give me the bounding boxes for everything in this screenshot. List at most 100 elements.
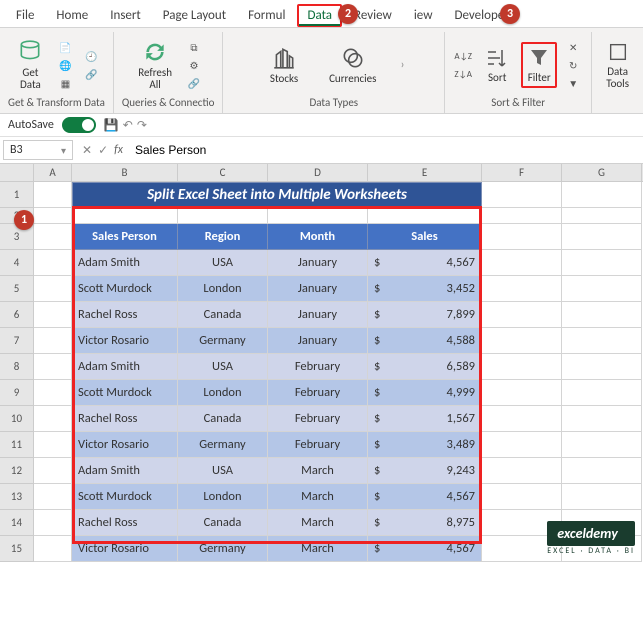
- cell-month[interactable]: February: [268, 406, 368, 432]
- row-header[interactable]: 4: [0, 250, 34, 276]
- cell-sales[interactable]: $3,489: [368, 432, 482, 458]
- cell-month[interactable]: February: [268, 432, 368, 458]
- cell-region[interactable]: USA: [178, 354, 268, 380]
- cell-region[interactable]: Canada: [178, 406, 268, 432]
- row-header[interactable]: 14: [0, 510, 34, 536]
- cell-person[interactable]: Scott Murdock: [72, 484, 178, 510]
- cell-sales[interactable]: $4,588: [368, 328, 482, 354]
- cell-sales[interactable]: $8,975: [368, 510, 482, 536]
- autosave-toggle[interactable]: [62, 117, 96, 133]
- cell-sales[interactable]: $9,243: [368, 458, 482, 484]
- row-header[interactable]: 1: [0, 182, 34, 208]
- cell-month[interactable]: March: [268, 484, 368, 510]
- tab-view[interactable]: iew: [404, 4, 443, 27]
- cell-person[interactable]: Victor Rosario: [72, 536, 178, 562]
- sort-button[interactable]: Sort: [479, 44, 515, 86]
- select-all-corner[interactable]: [0, 164, 34, 181]
- cell-person[interactable]: Adam Smith: [72, 354, 178, 380]
- row-header[interactable]: 5: [0, 276, 34, 302]
- tab-pagelayout[interactable]: Page Layout: [153, 4, 236, 27]
- cell-region[interactable]: USA: [178, 458, 268, 484]
- cell-month[interactable]: January: [268, 328, 368, 354]
- cell-region[interactable]: USA: [178, 250, 268, 276]
- col-header[interactable]: E: [368, 164, 482, 181]
- undo-icon[interactable]: ↶: [123, 118, 133, 133]
- table-header[interactable]: Month: [268, 224, 368, 250]
- cell-region[interactable]: London: [178, 276, 268, 302]
- reapply-icon[interactable]: ↻: [563, 57, 583, 73]
- table-header[interactable]: Sales: [368, 224, 482, 250]
- cancel-icon[interactable]: ✕: [82, 143, 92, 158]
- cell-month[interactable]: February: [268, 380, 368, 406]
- cell-person[interactable]: Victor Rosario: [72, 432, 178, 458]
- cell-person[interactable]: Rachel Ross: [72, 510, 178, 536]
- table-header[interactable]: Sales Person: [72, 224, 178, 250]
- cell-sales[interactable]: $7,899: [368, 302, 482, 328]
- col-header[interactable]: F: [482, 164, 562, 181]
- col-header[interactable]: B: [72, 164, 178, 181]
- row-header[interactable]: 10: [0, 406, 34, 432]
- row-header[interactable]: 9: [0, 380, 34, 406]
- formula-input[interactable]: [129, 140, 643, 160]
- refresh-all-button[interactable]: Refresh All: [132, 37, 178, 93]
- table-header[interactable]: Region: [178, 224, 268, 250]
- cell-person[interactable]: Adam Smith: [72, 250, 178, 276]
- sort-za-icon[interactable]: Z↓A: [453, 66, 473, 82]
- row-header[interactable]: 6: [0, 302, 34, 328]
- cell-month[interactable]: February: [268, 354, 368, 380]
- cell-region[interactable]: London: [178, 380, 268, 406]
- currencies-button[interactable]: Currencies: [323, 43, 382, 87]
- data-tools-button[interactable]: Data Tools: [600, 38, 635, 92]
- col-header[interactable]: C: [178, 164, 268, 181]
- row-header[interactable]: 11: [0, 432, 34, 458]
- cell-month[interactable]: January: [268, 276, 368, 302]
- cell-sales[interactable]: $3,452: [368, 276, 482, 302]
- tab-file[interactable]: File: [6, 4, 44, 27]
- cell-month[interactable]: March: [268, 458, 368, 484]
- col-header[interactable]: A: [34, 164, 72, 181]
- cell-sales[interactable]: $1,567: [368, 406, 482, 432]
- save-icon[interactable]: 💾: [104, 118, 119, 133]
- tab-formulas[interactable]: Formul: [238, 4, 295, 27]
- cell-region[interactable]: Germany: [178, 328, 268, 354]
- tab-data[interactable]: Data: [297, 4, 342, 27]
- sort-az-icon[interactable]: A↓Z: [453, 48, 473, 64]
- cell-region[interactable]: Canada: [178, 510, 268, 536]
- from-text-icon[interactable]: 📄: [55, 39, 75, 55]
- editlinks-icon[interactable]: 🔗: [184, 75, 204, 91]
- row-header[interactable]: 8: [0, 354, 34, 380]
- cell-person[interactable]: Rachel Ross: [72, 406, 178, 432]
- from-web-icon[interactable]: 🌐: [55, 57, 75, 73]
- recent-icon[interactable]: 🕘: [81, 48, 101, 64]
- chevron-right-icon[interactable]: ›: [400, 58, 404, 72]
- cell-month[interactable]: January: [268, 250, 368, 276]
- from-table-icon[interactable]: ▦: [55, 75, 75, 91]
- filter-button[interactable]: Filter: [521, 42, 557, 88]
- cell-sales[interactable]: $6,589: [368, 354, 482, 380]
- cell-region[interactable]: Canada: [178, 302, 268, 328]
- cell-person[interactable]: Rachel Ross: [72, 302, 178, 328]
- col-header[interactable]: G: [562, 164, 642, 181]
- advanced-icon[interactable]: ▼: [563, 75, 583, 91]
- row-header[interactable]: 7: [0, 328, 34, 354]
- cell-sales[interactable]: $4,999: [368, 380, 482, 406]
- chevron-down-icon[interactable]: ▾: [61, 144, 66, 157]
- clear-filter-icon[interactable]: ✕: [563, 39, 583, 55]
- title-banner[interactable]: Split Excel Sheet into Multiple Workshee…: [72, 182, 482, 208]
- cell-sales[interactable]: $4,567: [368, 250, 482, 276]
- row-header[interactable]: 13: [0, 484, 34, 510]
- tab-insert[interactable]: Insert: [100, 4, 151, 27]
- cell-sales[interactable]: $4,567: [368, 484, 482, 510]
- connections-icon[interactable]: 🔗: [81, 66, 101, 82]
- row-header[interactable]: 15: [0, 536, 34, 562]
- cell-person[interactable]: Scott Murdock: [72, 380, 178, 406]
- cell-sales[interactable]: $4,567: [368, 536, 482, 562]
- fx-icon[interactable]: fx: [114, 143, 123, 157]
- tab-home[interactable]: Home: [46, 4, 98, 27]
- cell-person[interactable]: Adam Smith: [72, 458, 178, 484]
- get-data-button[interactable]: Get Data: [11, 37, 49, 93]
- cell-region[interactable]: Germany: [178, 432, 268, 458]
- cell-person[interactable]: Victor Rosario: [72, 328, 178, 354]
- cell-region[interactable]: Germany: [178, 536, 268, 562]
- name-box[interactable]: B3 ▾: [3, 140, 73, 160]
